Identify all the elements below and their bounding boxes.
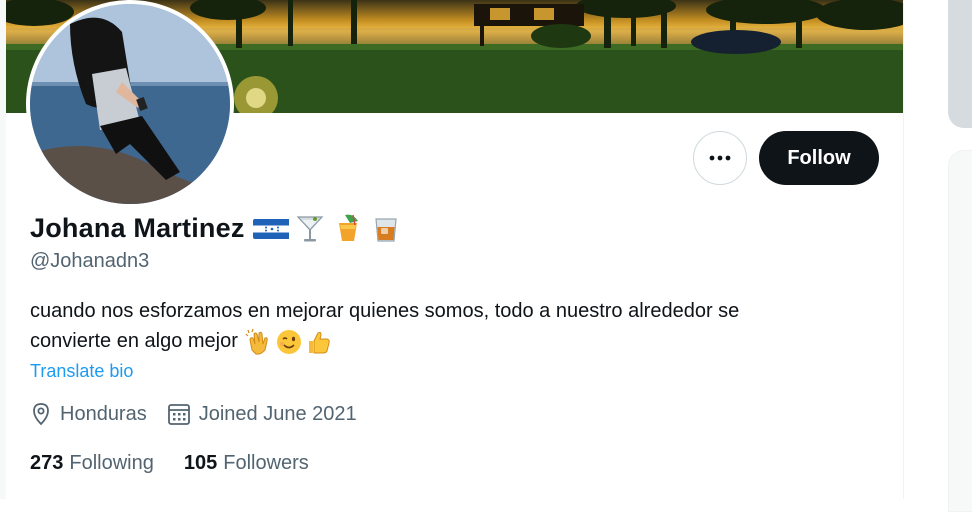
- tropical-drink-icon: [338, 214, 358, 241]
- more-options-button[interactable]: [693, 131, 747, 185]
- followers-count: 105: [183, 452, 218, 474]
- sidebar-panel: [948, 150, 972, 512]
- calendar-icon: [167, 404, 190, 425]
- bio-line-2: convierte en algo mejor: [30, 330, 238, 352]
- bio-line-1: cuando nos esforzamos en mejorar quienes…: [30, 300, 740, 322]
- profile-avatar[interactable]: [26, 0, 234, 208]
- follow-button[interactable]: Follow: [759, 131, 879, 185]
- profile-handle: @Johanadn3: [30, 250, 150, 272]
- sidebar-media-card[interactable]: [948, 0, 972, 128]
- following-link[interactable]: 273 Following: [30, 452, 154, 475]
- following-label: Following: [69, 452, 154, 474]
- clapping-hands-icon: [246, 328, 269, 355]
- translate-bio-link[interactable]: Translate bio: [30, 361, 133, 382]
- followers-link[interactable]: 105 Followers: [184, 452, 309, 475]
- joined-text: Joined June 2021: [198, 402, 357, 425]
- display-name-row: Johana Martinez: [30, 208, 403, 248]
- thumbs-up-icon: [309, 331, 331, 354]
- honduras-flag-icon: [252, 219, 289, 239]
- follow-button-label: Follow: [787, 146, 851, 169]
- location-pin-icon: [33, 403, 49, 426]
- winking-face-icon: [277, 329, 302, 354]
- followers-label: Followers: [223, 452, 309, 474]
- profile-bio: cuando nos esforzamos en mejorar quienes…: [30, 296, 890, 356]
- avatar-image: [30, 4, 230, 204]
- more-horizontal-icon: [709, 155, 731, 161]
- location: Honduras: [30, 402, 147, 426]
- cocktail-glass-icon: [296, 216, 323, 242]
- profile-meta: Honduras Joined June 2021: [30, 402, 377, 426]
- tumbler-glass-icon: [374, 218, 397, 242]
- following-count: 273: [30, 452, 64, 474]
- display-name: Johana Martinez: [30, 212, 245, 243]
- profile-stats: 273 Following 105 Followers: [30, 452, 339, 475]
- bio-emoji-group: [245, 328, 333, 356]
- joined-date: Joined June 2021: [167, 402, 357, 426]
- location-text: Honduras: [60, 402, 147, 425]
